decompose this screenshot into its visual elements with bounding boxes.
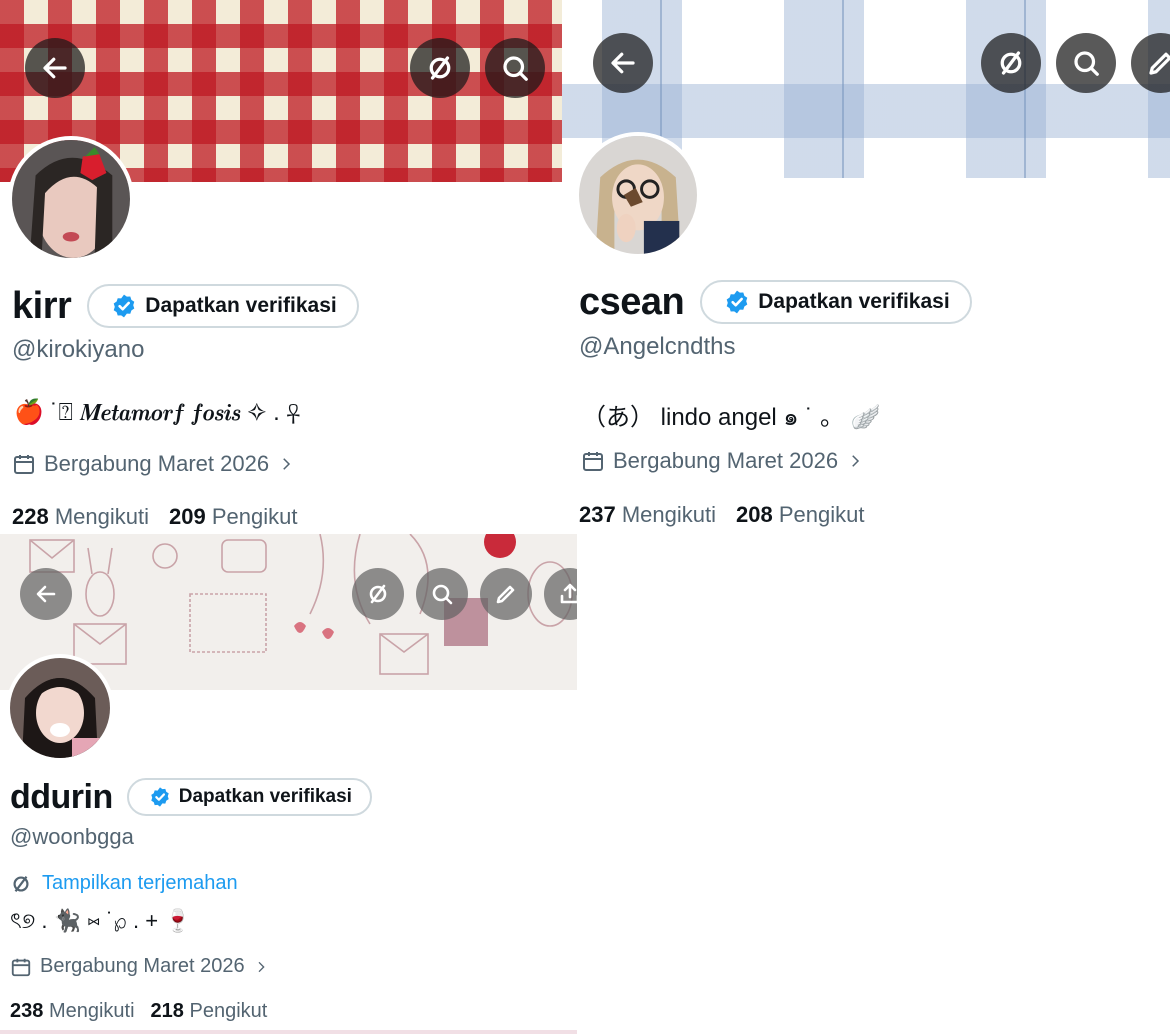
avatar[interactable] xyxy=(6,654,114,762)
avatar[interactable] xyxy=(8,136,134,262)
back-arrow-icon xyxy=(611,52,635,74)
search-icon xyxy=(503,56,528,81)
following-count: 238 xyxy=(10,1000,44,1022)
follow-stats: 237 Mengikuti 208 Pengikut xyxy=(579,502,864,528)
slashed-circle-icon xyxy=(369,584,387,604)
followers-label: Pengikut xyxy=(189,1000,268,1022)
join-date[interactable]: Bergabung Maret 2026 xyxy=(581,448,864,474)
followers-label: Pengikut xyxy=(211,504,298,529)
profile-panel-ddurin: ddurin Dapatkan verifikasi @woonbgga Tam… xyxy=(0,534,577,1034)
back-arrow-icon xyxy=(36,585,56,603)
following-label: Mengikuti xyxy=(54,504,149,529)
calendar-icon xyxy=(11,958,31,976)
followers-link[interactable]: 208 Pengikut xyxy=(736,502,864,528)
pencil-icon xyxy=(496,585,515,604)
get-verified-label: Dapatkan verifikasi xyxy=(758,290,950,313)
search-icon xyxy=(432,584,453,605)
back-button[interactable] xyxy=(593,33,653,93)
back-button[interactable] xyxy=(25,38,85,98)
search-icon xyxy=(1074,51,1099,76)
pencil-icon xyxy=(1149,52,1170,75)
join-date[interactable]: Bergabung Maret 2026 xyxy=(12,451,295,477)
back-button[interactable] xyxy=(20,568,72,620)
chevron-right-icon xyxy=(852,455,860,467)
avatar-image xyxy=(579,136,697,254)
followers-count: 208 xyxy=(736,502,773,527)
avatar-image xyxy=(10,658,110,758)
join-date[interactable]: Bergabung Maret 2026 xyxy=(10,955,269,978)
slashed-circle-button[interactable] xyxy=(410,38,470,98)
display-name: kirr xyxy=(12,284,72,327)
followers-link[interactable]: 209 Pengikut xyxy=(169,504,297,530)
slashed-circle-icon xyxy=(1000,51,1022,75)
translate-bio-label: Tampilkan terjemahan xyxy=(42,872,238,894)
verified-badge-icon xyxy=(726,290,748,314)
following-link[interactable]: 228 Mengikuti xyxy=(12,504,149,530)
search-button[interactable] xyxy=(416,568,468,620)
join-date-label: Bergabung Maret 2026 xyxy=(613,448,839,473)
slashed-circle-button[interactable] xyxy=(352,568,404,620)
get-verified-button[interactable]: Dapatkan verifikasi xyxy=(700,280,972,324)
back-arrow-icon xyxy=(43,57,67,79)
following-count: 228 xyxy=(12,504,49,529)
get-verified-button[interactable]: Dapatkan verifikasi xyxy=(126,778,372,816)
get-verified-label: Dapatkan verifikasi xyxy=(145,294,337,317)
profile-panel-csean: csean Dapatkan verifikasi @Angelcndths （… xyxy=(562,0,1170,1034)
following-link[interactable]: 237 Mengikuti xyxy=(579,502,716,528)
join-date-label: Bergabung Maret 2026 xyxy=(40,955,245,977)
share-icon xyxy=(560,583,577,604)
chevron-right-icon xyxy=(283,458,291,470)
slashed-circle-icon xyxy=(13,875,29,892)
translate-bio-link[interactable]: Tampilkan terjemahan xyxy=(10,872,238,895)
display-name: csean xyxy=(579,280,685,323)
handle: @woonbgga xyxy=(10,824,134,849)
calendar-icon xyxy=(14,455,34,474)
search-button[interactable] xyxy=(485,38,545,98)
join-date-label: Bergabung Maret 2026 xyxy=(44,451,270,476)
display-name: ddurin xyxy=(10,777,113,816)
followers-count: 218 xyxy=(150,1000,184,1022)
avatar[interactable] xyxy=(575,132,701,258)
profile-panel-kirr: kirr Dapatkan verifikasi @kirokiyano 🍎 ˙… xyxy=(0,0,562,534)
followers-label: Pengikut xyxy=(778,502,865,527)
slashed-circle-icon xyxy=(429,56,451,80)
search-button[interactable] xyxy=(1056,33,1116,93)
bio: （あ） lindo angel ๑ ˙ 。 🪽 xyxy=(582,404,881,431)
followers-count: 209 xyxy=(169,504,206,529)
bio: 🍎 ˙⍰ 𝑴𝒆𝒕𝒂𝒎𝒐𝒓𝒇 𝒇𝒐𝒔𝒊𝒔 ✧ . ☥ xyxy=(14,399,301,426)
verified-badge-icon xyxy=(113,294,135,318)
verified-badge-icon xyxy=(151,787,169,807)
follow-stats: 238 Mengikuti 218 Pengikut xyxy=(10,1000,267,1023)
followers-link[interactable]: 218 Pengikut xyxy=(151,1000,268,1023)
slashed-circle-button[interactable] xyxy=(981,33,1041,93)
following-label: Mengikuti xyxy=(48,1000,135,1022)
get-verified-label: Dapatkan verifikasi xyxy=(178,786,352,807)
following-count: 237 xyxy=(579,502,616,527)
avatar-image xyxy=(12,140,130,258)
bio: ৎ୭ . 🐈‍⬛ ⑅ ˙℘ . + 🍷 xyxy=(10,908,192,933)
chevron-right-icon xyxy=(258,961,265,972)
calendar-icon xyxy=(583,452,603,471)
get-verified-button[interactable]: Dapatkan verifikasi xyxy=(87,284,359,328)
following-link[interactable]: 238 Mengikuti xyxy=(10,1000,135,1023)
following-label: Mengikuti xyxy=(621,502,716,527)
handle: @kirokiyano xyxy=(12,336,145,363)
handle: @Angelcndths xyxy=(579,333,736,360)
follow-stats: 228 Mengikuti 209 Pengikut xyxy=(12,504,297,530)
edit-button[interactable] xyxy=(480,568,532,620)
